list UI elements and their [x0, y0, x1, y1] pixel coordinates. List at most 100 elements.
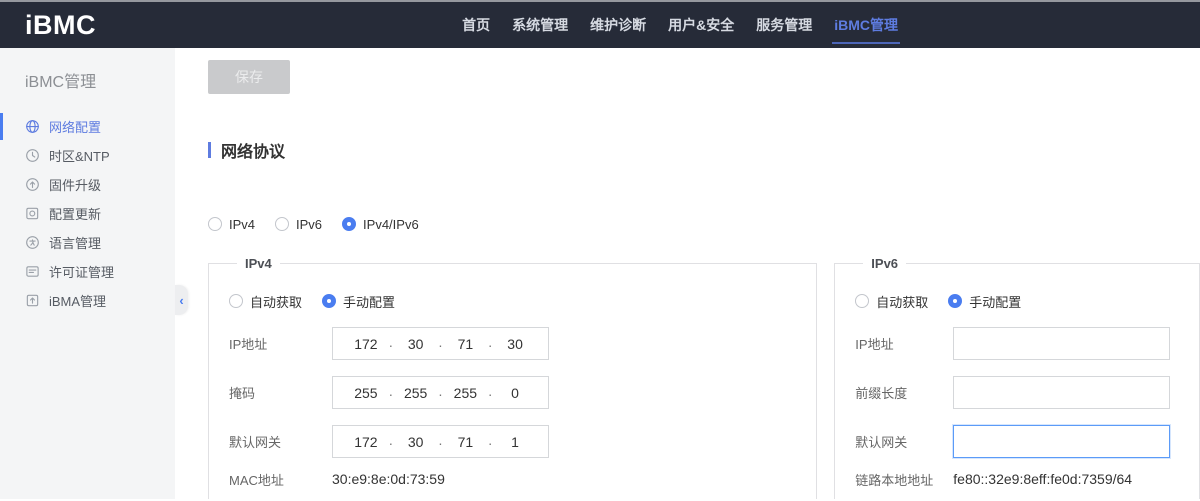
- sidebar-item-network-config[interactable]: 网络配置: [0, 112, 175, 141]
- field-label: 掩码: [229, 383, 332, 402]
- license-icon: [25, 264, 40, 279]
- ipv4-mac-address-value: 30:e9:8e:0d:73:59: [332, 471, 445, 487]
- radio-auto-obtain[interactable]: 自动获取: [855, 292, 928, 311]
- dot-separator: .: [439, 334, 443, 350]
- sidebar-item-label: 固件升级: [49, 175, 101, 194]
- sidebar-title: iBMC管理: [25, 68, 175, 92]
- dot-separator: .: [389, 432, 393, 448]
- sidebar-menu: 网络配置时区&NTP 固件升级配置更新语言管理许可证管理 iBMA管理: [0, 112, 175, 315]
- sidebar-item-ibma-management[interactable]: iBMA管理: [0, 286, 175, 315]
- radio-label: 自动获取: [876, 292, 928, 311]
- radio-icon: [229, 294, 243, 308]
- radio-auto-obtain[interactable]: 自动获取: [229, 292, 302, 311]
- dot-separator: .: [439, 432, 443, 448]
- ipv4-default-gateway-input[interactable]: 172.30.71.1: [332, 425, 549, 458]
- ip-segment[interactable]: 255: [343, 385, 389, 401]
- sidebar-collapse-button[interactable]: ‹: [175, 285, 188, 315]
- nav-item-ibmc-management[interactable]: iBMC管理: [832, 2, 900, 48]
- ip-segment[interactable]: 255: [442, 385, 488, 401]
- main-content: 保存 网络协议 IPv4 IPv6 IPv4/IPv6 IPv4 自动获取 手动配置 IP…: [175, 48, 1200, 499]
- ip-segment[interactable]: 0: [492, 385, 538, 401]
- sidebar-item-label: 时区&NTP: [49, 146, 110, 165]
- radio-manual-config[interactable]: 手动配置: [322, 292, 395, 311]
- nav-item-system-management[interactable]: 系统管理: [510, 2, 570, 48]
- radio-ipv4[interactable]: IPv4: [208, 217, 255, 232]
- chevron-left-icon: ‹: [179, 294, 183, 307]
- radio-icon: [948, 294, 962, 308]
- ip-segment[interactable]: 30: [492, 336, 538, 352]
- ipv4-mode-radio-group: 自动获取 手动配置: [229, 291, 816, 311]
- ipv6-link-local-address-value: fe80::32e9:8eff:fe0d:7359/64: [953, 471, 1132, 487]
- radio-icon: [342, 217, 356, 231]
- top-nav: 首页系统管理维护诊断用户&安全服务管理 iBMC管理: [460, 2, 900, 48]
- config-update-icon: [25, 206, 40, 221]
- nav-item-home[interactable]: 首页: [460, 2, 492, 48]
- ipv6-group: IPv6自动获取手动配置IP地址前缀长度默认网关链路本地地址fe80::32e9…: [834, 256, 1200, 499]
- globe-icon: [25, 119, 40, 134]
- dot-separator: .: [488, 334, 492, 350]
- radio-label: 自动获取: [250, 292, 302, 311]
- radio-ipv6[interactable]: IPv6: [275, 217, 322, 232]
- ip-groups: IPv4自动获取手动配置IP地址172.30.71.30掩码255.255.25…: [208, 256, 1200, 499]
- ibma-icon: [25, 293, 40, 308]
- sidebar-item-timezone-ntp[interactable]: 时区&NTP: [0, 141, 175, 170]
- nav-item-maintenance-diagnostics[interactable]: 维护诊断: [588, 2, 648, 48]
- field-label: IP地址: [229, 334, 332, 353]
- ipv6-mode-radio-group: 自动获取 手动配置: [855, 291, 1199, 311]
- nav-item-user-security[interactable]: 用户&安全: [666, 2, 736, 48]
- ip-segment[interactable]: 255: [393, 385, 439, 401]
- radio-icon: [208, 217, 222, 231]
- ipv6-ip-address-input[interactable]: [953, 327, 1170, 360]
- radio-label: IPv4/IPv6: [363, 217, 419, 232]
- ipv6-ip-address-row: IP地址: [855, 327, 1199, 360]
- field-label: IP地址: [855, 334, 953, 353]
- ip-segment[interactable]: 71: [442, 336, 488, 352]
- ipv4-group: IPv4自动获取手动配置IP地址172.30.71.30掩码255.255.25…: [208, 256, 817, 499]
- app-logo: iBMC: [25, 10, 96, 41]
- radio-label: IPv6: [296, 217, 322, 232]
- ip-segment[interactable]: 1: [492, 434, 538, 450]
- ip-segment[interactable]: 30: [393, 434, 439, 450]
- radio-manual-config[interactable]: 手动配置: [948, 292, 1021, 311]
- radio-icon: [855, 294, 869, 308]
- radio-ipv4-ipv6[interactable]: IPv4/IPv6: [342, 217, 419, 232]
- ipv4-ip-address-input[interactable]: 172.30.71.30: [332, 327, 549, 360]
- dot-separator: .: [389, 334, 393, 350]
- sidebar-item-firmware-upgrade[interactable]: 固件升级: [0, 170, 175, 199]
- sidebar: iBMC管理 网络配置时区&NTP 固件升级配置更新语言管理许可证管理 iBMA管理…: [0, 48, 175, 499]
- ip-segment[interactable]: 172: [343, 336, 389, 352]
- field-label: 链路本地地址: [855, 470, 953, 489]
- dot-separator: .: [389, 383, 393, 399]
- ip-segment[interactable]: 172: [343, 434, 389, 450]
- save-button[interactable]: 保存: [208, 60, 290, 94]
- radio-icon: [322, 294, 336, 308]
- ipv6-prefix-length-input[interactable]: [953, 376, 1170, 409]
- ip-segment[interactable]: 30: [393, 336, 439, 352]
- ipv4-mac-address-row: MAC地址30:e9:8e:0d:73:59: [229, 467, 816, 491]
- sidebar-item-label: iBMA管理: [49, 291, 106, 310]
- dot-separator: .: [488, 432, 492, 448]
- ipv6-link-local-address-row: 链路本地地址fe80::32e9:8eff:fe0d:7359/64: [855, 467, 1199, 491]
- topbar: iBMC 首页系统管理维护诊断用户&安全服务管理 iBMC管理: [0, 0, 1200, 48]
- ipv6-prefix-length-row: 前缀长度: [855, 376, 1199, 409]
- ip-segment[interactable]: 71: [442, 434, 488, 450]
- upgrade-icon: [25, 177, 40, 192]
- dot-separator: .: [488, 383, 492, 399]
- radio-label: 手动配置: [969, 292, 1021, 311]
- page-layout: iBMC管理 网络配置时区&NTP 固件升级配置更新语言管理许可证管理 iBMA管理…: [0, 48, 1200, 499]
- ipv4-subnet-mask-row: 掩码255.255.255.0: [229, 376, 816, 409]
- sidebar-item-language-management[interactable]: 语言管理: [0, 228, 175, 257]
- dot-separator: .: [439, 383, 443, 399]
- sidebar-item-label: 网络配置: [49, 117, 101, 136]
- sidebar-item-label: 许可证管理: [49, 262, 114, 281]
- sidebar-item-license-management[interactable]: 许可证管理: [0, 257, 175, 286]
- field-label: 默认网关: [855, 432, 953, 451]
- protocol-radio-group: IPv4 IPv6 IPv4/IPv6: [208, 214, 1200, 234]
- section-title: 网络协议: [208, 140, 1200, 160]
- language-icon: [25, 235, 40, 250]
- ipv4-subnet-mask-input[interactable]: 255.255.255.0: [332, 376, 549, 409]
- sidebar-item-label: 语言管理: [49, 233, 101, 252]
- sidebar-item-config-update[interactable]: 配置更新: [0, 199, 175, 228]
- nav-item-service-management[interactable]: 服务管理: [754, 2, 814, 48]
- ipv6-default-gateway-input[interactable]: [953, 425, 1170, 458]
